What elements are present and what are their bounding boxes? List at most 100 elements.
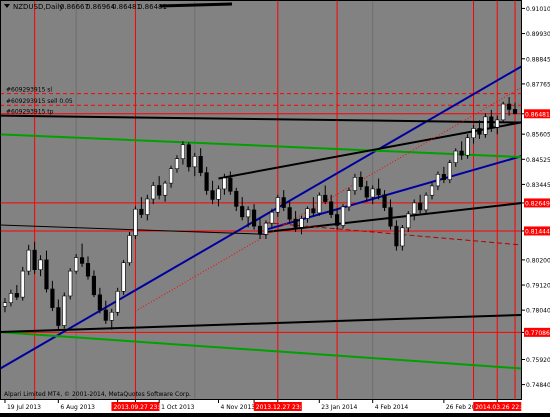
candle-body: [210, 190, 215, 200]
candle-body: [14, 293, 19, 298]
candle-body: [8, 293, 13, 304]
candle-body: [376, 188, 381, 196]
candle-body: [275, 197, 280, 213]
candle-body: [501, 103, 506, 121]
price-tick-label: 0.83445: [526, 182, 550, 189]
price-tick-label: 0.91010: [526, 6, 550, 13]
time-tick-label: 4 Feb 2014: [375, 404, 409, 411]
candle-body: [477, 128, 482, 135]
candle-body: [234, 190, 239, 207]
candle-body: [257, 225, 263, 235]
candle-body: [216, 188, 221, 200]
price-tick-label: 0.74840: [526, 382, 550, 389]
candle-body: [246, 209, 251, 218]
candle-body: [151, 185, 156, 200]
candle-body: [406, 213, 411, 229]
candle-body: [174, 158, 180, 170]
price-badge-label: 0.86481: [525, 111, 550, 118]
candle-body: [483, 116, 488, 135]
object-label: #609293915 sl: [6, 87, 52, 94]
plot-background: [0, 0, 522, 400]
time-axis: 19 Jul 20136 Aug 201328 Aug 20132013.09.…: [0, 400, 529, 413]
price-badge-label: 0.77086: [525, 330, 550, 337]
price-tick-label: 0.75920: [526, 357, 550, 364]
candle-body: [109, 311, 114, 321]
candle-body: [85, 263, 91, 277]
candle-body: [127, 235, 132, 263]
time-tick-label: 6 Aug 2013: [60, 404, 95, 411]
candle-body: [364, 186, 369, 198]
price-chart[interactable]: #609293915 sl #609293915 sell 0.05 #609293…: [0, 0, 550, 413]
candle-body: [423, 194, 429, 211]
header-line: [159, 2, 233, 8]
candle-body: [358, 177, 363, 187]
candle-body: [20, 270, 25, 298]
price-tick-label: 0.80200: [526, 257, 550, 264]
candle-body: [186, 144, 191, 168]
candle-body: [459, 150, 464, 156]
candle-body: [68, 270, 73, 297]
candle-body: [38, 259, 43, 270]
time-badge-label: 2013.09.27 23:00: [113, 404, 167, 411]
candle-body: [263, 222, 269, 235]
candle-body: [103, 309, 108, 321]
candle-body: [293, 218, 298, 228]
price-badge-label: 0.81444: [525, 228, 550, 235]
price-tick-label: 0.88845: [526, 56, 550, 63]
candle-body: [145, 198, 150, 215]
candle-body: [323, 194, 328, 203]
price-tick-label: 0.79120: [526, 283, 550, 290]
candle-body: [441, 173, 446, 180]
candle-body: [495, 119, 500, 128]
candle-body: [340, 206, 346, 226]
price-tick-label: 0.89930: [526, 31, 550, 38]
candle-body: [435, 173, 441, 187]
candle-body: [168, 168, 174, 184]
candle-body: [74, 257, 79, 272]
candle-body: [281, 197, 286, 208]
candle-body: [400, 227, 405, 247]
candle-body: [115, 291, 120, 313]
candle-body: [352, 177, 357, 191]
candle-body: [287, 207, 292, 220]
time-badge-label: 2013.12.27 23:00: [256, 404, 310, 411]
candle-body: [204, 172, 209, 191]
object-label: #609293915 sell 0.05: [6, 98, 73, 105]
price-tick-label: 0.78040: [526, 308, 550, 315]
candle-body: [180, 144, 185, 160]
candle-body: [346, 190, 352, 208]
candle-body: [382, 194, 387, 208]
candle-body: [157, 185, 162, 196]
candle-body: [512, 109, 518, 115]
candle-body: [388, 207, 393, 227]
candle-body: [251, 209, 257, 227]
candle-body: [471, 128, 476, 139]
candle-body: [26, 249, 31, 272]
candle-body: [311, 208, 316, 214]
price-tick-label: 0.85605: [526, 132, 550, 139]
candle-body: [429, 185, 435, 196]
candle-body: [299, 218, 304, 228]
candle-body: [133, 208, 138, 236]
candle-body: [228, 177, 233, 192]
time-tick-label: 23 Jan 2014: [321, 404, 357, 411]
header-open: 0.86667: [60, 3, 89, 11]
price-badge-label: 0.82649: [525, 200, 550, 207]
candle-body: [50, 288, 55, 308]
candle-body: [335, 214, 340, 226]
candle-body: [139, 208, 144, 215]
candle-body: [121, 262, 126, 292]
candle-body: [192, 156, 197, 168]
candle-body: [79, 257, 85, 264]
candle-body: [269, 211, 274, 224]
candle-body: [453, 150, 458, 163]
price-tick-label: 0.87765: [526, 81, 550, 88]
candle-body: [412, 202, 417, 215]
candle-body: [465, 137, 470, 156]
object-label: #609293915 tp: [6, 109, 54, 116]
candle-body: [507, 103, 512, 110]
header-low: 0.86481: [112, 3, 141, 11]
candle-body: [317, 194, 322, 214]
time-tick-label: 1 Oct 2013: [161, 404, 194, 411]
candle-body: [305, 208, 310, 219]
